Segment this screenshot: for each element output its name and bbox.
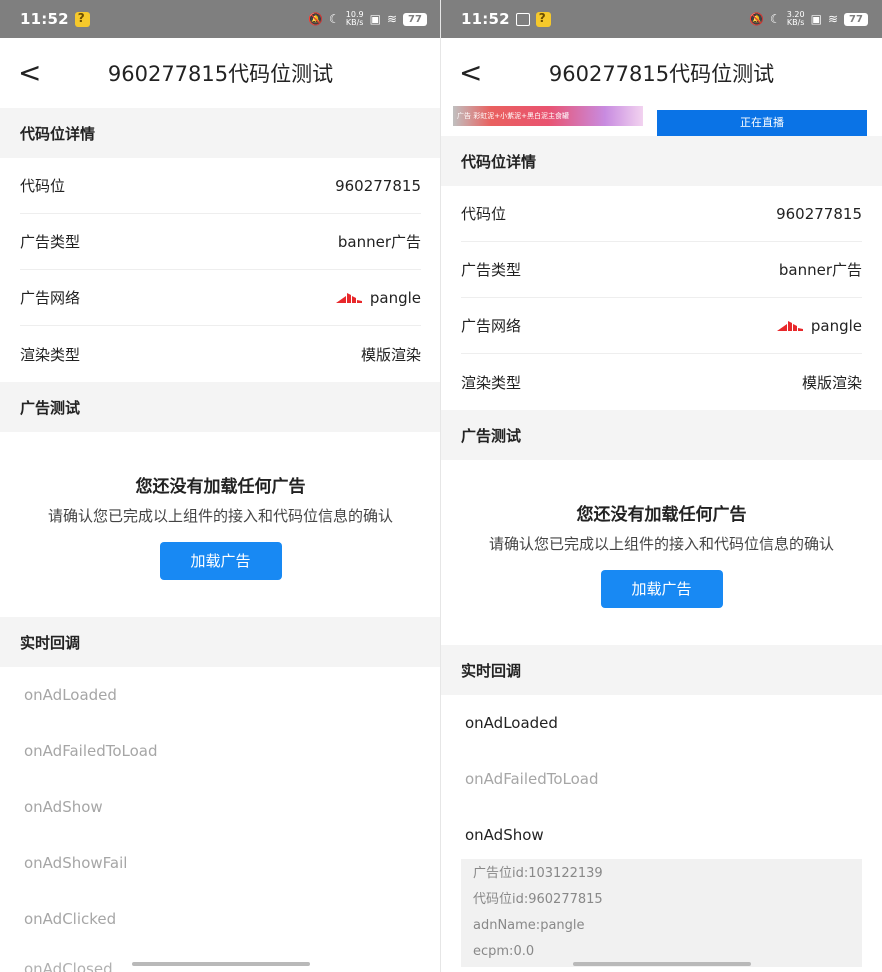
callback-detail-line: 广告位id:103122139 xyxy=(473,866,603,881)
callback-item: onAdShowFail xyxy=(24,854,128,872)
detail-value: pangle xyxy=(335,288,421,307)
detail-row-type: 广告类型 banner广告 xyxy=(461,242,862,298)
detail-label: 广告类型 xyxy=(461,261,522,279)
detail-row-network: 广告网络 pangle xyxy=(20,270,421,326)
page-title: 960277815代码位测试 xyxy=(107,62,334,86)
detail-label: 渲染类型 xyxy=(461,373,522,392)
gallery-icon xyxy=(515,12,530,26)
callback-detail-line: 代码位id:960277815 xyxy=(473,892,603,907)
callback-list: onAdLoaded onAdFailedToLoad onAdShow 广告位… xyxy=(441,695,882,967)
page-title: 960277815代码位测试 xyxy=(548,62,775,86)
back-arrow-icon[interactable]: < xyxy=(18,56,48,90)
pangle-logo-icon xyxy=(335,292,366,304)
detail-label: 代码位 xyxy=(461,205,507,223)
detail-row-type: 广告类型 banner广告 xyxy=(20,214,421,270)
details-list: 代码位 960277815 广告类型 banner广告 广告网络 pangle … xyxy=(441,186,882,410)
detail-label: 代码位 xyxy=(20,177,66,195)
title-bar: < 960277815代码位测试 xyxy=(0,38,441,108)
moon-icon: ☾ xyxy=(770,12,781,26)
section-callbacks-header: 实时回调 xyxy=(0,617,441,667)
network-name: pangle xyxy=(810,316,862,335)
app-yellow-icon xyxy=(535,11,551,27)
bell-off-icon: 🔕 xyxy=(749,12,765,26)
detail-value: banner广告 xyxy=(778,261,862,279)
load-ad-button[interactable]: 加载广告 xyxy=(600,570,723,608)
title-bar: < 960277815代码位测试 xyxy=(441,38,882,108)
screen-before-load: 11:52 🔕 ☾ 10.9 KB/s ▣ ≋ 77 < 960277815代码… xyxy=(0,0,441,972)
empty-title: 您还没有加载任何广告 xyxy=(576,505,747,525)
detail-value: 960277815 xyxy=(335,176,421,195)
section-test-header: 广告测试 xyxy=(0,382,441,432)
section-test-header: 广告测试 xyxy=(441,410,882,460)
network-name: pangle xyxy=(369,288,421,307)
callback-item-active: onAdLoaded xyxy=(465,714,558,732)
empty-subtitle: 请确认您已完成以上组件的接入和代码位信息的确认 xyxy=(47,507,393,525)
callback-detail-box: 广告位id:103122139 代码位id:960277815 adnName:… xyxy=(461,859,862,967)
callback-item: onAdFailedToLoad xyxy=(465,770,599,788)
banner-ad[interactable]: 广告 彩虹泥+小紫泥+黑白泥主食罐 正在直播 xyxy=(441,106,882,136)
status-bar: 11:52 🔕 ☾ 10.9 KB/s ▣ ≋ 77 xyxy=(0,0,441,38)
home-indicator[interactable] xyxy=(573,962,751,966)
empty-title: 您还没有加载任何广告 xyxy=(135,477,306,497)
load-ad-button[interactable]: 加载广告 xyxy=(159,542,282,580)
section-callbacks-header: 实时回调 xyxy=(441,645,882,695)
network-speed: 3.20 KB/s xyxy=(786,10,805,27)
moon-icon: ☾ xyxy=(329,12,340,26)
pangle-logo-icon xyxy=(776,320,807,332)
callback-item: onAdShow xyxy=(24,798,103,816)
empty-state: 您还没有加载任何广告 请确认您已完成以上组件的接入和代码位信息的确认 加载广告 xyxy=(441,460,882,645)
detail-label: 广告网络 xyxy=(20,289,81,307)
detail-value: 模版渲染 xyxy=(801,373,862,392)
screen-after-load: 11:52 🔕 ☾ 3.20 KB/s ▣ ≋ 77 < 960277815代码… xyxy=(441,0,882,972)
detail-label: 广告类型 xyxy=(20,233,81,251)
detail-value: 模版渲染 xyxy=(360,345,421,364)
detail-row-slot: 代码位 960277815 xyxy=(20,158,421,214)
battery-icon: 77 xyxy=(844,12,868,26)
section-details-header: 代码位详情 xyxy=(0,108,441,158)
detail-value: pangle xyxy=(776,316,862,335)
banner-ad-image[interactable]: 广告 彩虹泥+小紫泥+黑白泥主食罐 xyxy=(453,106,643,126)
status-icons: 🔕 ☾ 10.9 KB/s ▣ ≋ 77 xyxy=(308,11,427,27)
status-time: 11:52 xyxy=(20,10,69,28)
callback-detail-line: adnName:pangle xyxy=(473,918,585,933)
section-details-header: 代码位详情 xyxy=(441,136,882,186)
detail-row-render: 渲染类型 模版渲染 xyxy=(20,326,421,382)
status-time: 11:52 xyxy=(461,10,510,28)
detail-row-network: 广告网络 pangle xyxy=(461,298,862,354)
status-bar: 11:52 🔕 ☾ 3.20 KB/s ▣ ≋ 77 xyxy=(441,0,882,38)
callback-item: onAdClicked xyxy=(24,910,117,928)
callback-item-cut: onAdClosed xyxy=(24,960,113,972)
details-list: 代码位 960277815 广告类型 banner广告 广告网络 pangle … xyxy=(0,158,441,382)
wifi-icon: ≋ xyxy=(827,12,838,26)
app-yellow-icon xyxy=(74,11,90,27)
detail-label: 渲染类型 xyxy=(20,345,81,364)
home-indicator[interactable] xyxy=(132,962,310,966)
wifi-icon: ≋ xyxy=(386,12,397,26)
network-speed: 10.9 KB/s xyxy=(345,10,364,27)
detail-row-slot: 代码位 960277815 xyxy=(461,186,862,242)
detail-value: 960277815 xyxy=(776,204,862,223)
detail-row-render: 渲染类型 模版渲染 xyxy=(461,354,862,410)
back-arrow-icon[interactable]: < xyxy=(459,56,489,90)
banner-ad-live-button[interactable]: 正在直播 xyxy=(657,110,867,136)
sim-icon: ▣ xyxy=(810,12,822,26)
callback-list: onAdLoaded onAdFailedToLoad onAdShow onA… xyxy=(0,667,441,947)
empty-state: 您还没有加载任何广告 请确认您已完成以上组件的接入和代码位信息的确认 加载广告 xyxy=(0,432,441,617)
battery-icon: 77 xyxy=(403,12,427,26)
bell-off-icon: 🔕 xyxy=(308,12,324,26)
status-icons: 🔕 ☾ 3.20 KB/s ▣ ≋ 77 xyxy=(749,11,868,27)
callback-item-active: onAdShow xyxy=(465,826,544,844)
callback-item: onAdLoaded xyxy=(24,686,117,704)
sim-icon: ▣ xyxy=(369,12,381,26)
detail-value: banner广告 xyxy=(337,233,421,251)
detail-label: 广告网络 xyxy=(461,317,522,335)
callback-item: onAdFailedToLoad xyxy=(24,742,158,760)
empty-subtitle: 请确认您已完成以上组件的接入和代码位信息的确认 xyxy=(488,535,834,553)
